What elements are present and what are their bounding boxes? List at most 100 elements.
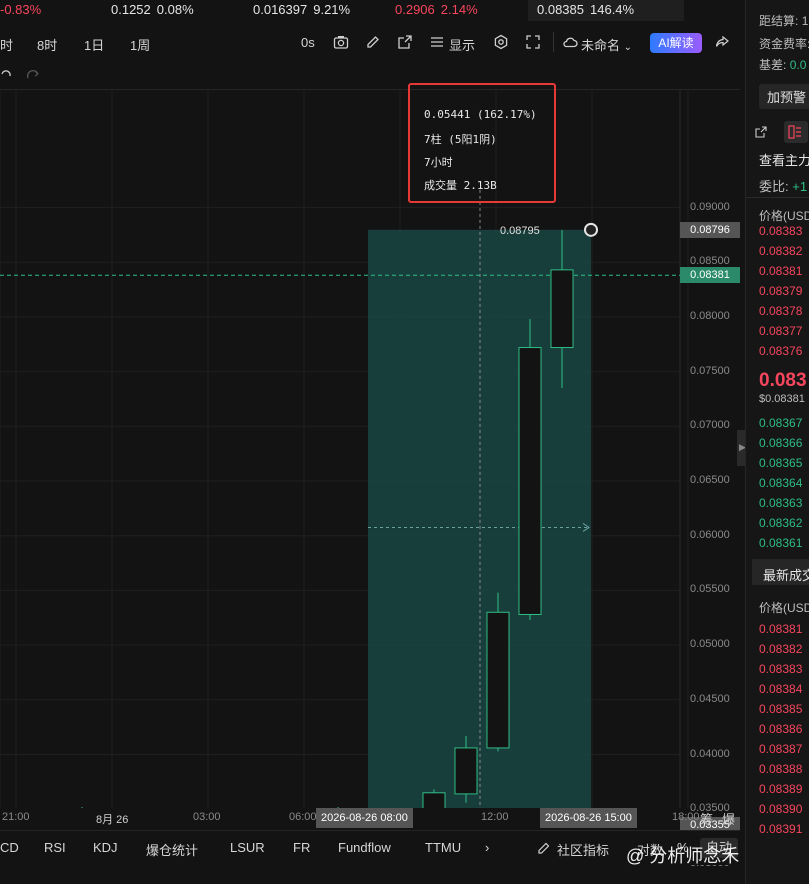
indicator-tab[interactable]: CD bbox=[0, 840, 19, 855]
layout-name: 未命名 bbox=[581, 38, 621, 53]
range-handle-end bbox=[584, 222, 598, 237]
divider bbox=[746, 197, 809, 198]
latest-trades-tab[interactable]: 最新成交 bbox=[763, 565, 809, 584]
panel-splitter[interactable]: ▶ bbox=[737, 430, 746, 466]
basis-label: 基差: bbox=[759, 58, 787, 72]
trade-price[interactable]: 0.08390 bbox=[759, 802, 802, 816]
trade-price[interactable]: 0.08381 bbox=[759, 622, 802, 636]
bid-price[interactable]: 0.08361 bbox=[759, 536, 802, 550]
popout-icon[interactable] bbox=[755, 126, 767, 138]
chart-toolbar: 时 8时 1日 1周 0s 显示 未命名 ⌄ AI解读 bbox=[0, 28, 740, 58]
chips-label[interactable]: 筹 bbox=[700, 809, 713, 828]
trade-price[interactable]: 0.08391 bbox=[759, 822, 802, 836]
add-alert-button[interactable]: 加预警 bbox=[759, 84, 809, 109]
ticker-price: 0.2906 bbox=[395, 2, 435, 17]
time-tick: 8月 26 bbox=[96, 814, 129, 826]
indicator-tab[interactable]: 爆仓统计 bbox=[146, 840, 198, 859]
community-indicators-button[interactable]: 社区指标 bbox=[557, 840, 609, 859]
range-start-tag: 2026-08-26 08:00 bbox=[316, 808, 413, 828]
chart-canvas[interactable]: 0.08795 bbox=[0, 90, 740, 808]
share-icon[interactable] bbox=[714, 34, 730, 50]
price-tick: 0.04000 bbox=[690, 747, 730, 760]
price-tick: 0.04500 bbox=[690, 692, 730, 705]
basis-value: 0.0 bbox=[789, 58, 807, 72]
candle-body bbox=[486, 611, 510, 749]
undo-icon[interactable] bbox=[0, 68, 12, 82]
ask-price[interactable]: 0.08377 bbox=[759, 324, 802, 338]
display-button[interactable]: 显示 bbox=[449, 35, 475, 54]
range-high-tag: 0.08796 bbox=[680, 221, 740, 238]
ticker-change: 9.21% bbox=[313, 2, 351, 17]
ask-price[interactable]: 0.08383 bbox=[759, 224, 802, 238]
ratio-value: +1 bbox=[792, 179, 808, 194]
main-force-link[interactable]: 查看主力 bbox=[759, 150, 809, 169]
interval-1w[interactable]: 1周 bbox=[130, 35, 150, 54]
ticker-item[interactable]: 0.2906 2.14% bbox=[395, 2, 478, 17]
ask-price[interactable]: 0.08376 bbox=[759, 344, 802, 358]
indicator-tab[interactable]: FR bbox=[293, 840, 310, 855]
price-chart[interactable]: 0.08795 0.09000 0.08500 0.08000 0.07500 0.07… bbox=[0, 90, 740, 869]
bid-price[interactable]: 0.08367 bbox=[759, 416, 802, 430]
candle-body bbox=[454, 747, 478, 795]
bid-price[interactable]: 0.08365 bbox=[759, 456, 802, 470]
trade-price[interactable]: 0.08386 bbox=[759, 722, 802, 736]
interval-1h[interactable]: 时 bbox=[0, 35, 13, 54]
indicator-tab[interactable]: RSI bbox=[44, 840, 66, 855]
ticker-item[interactable]: 0.08385 146.4% bbox=[537, 2, 634, 17]
fullscreen-icon[interactable] bbox=[525, 34, 541, 50]
trade-price[interactable]: 0.08385 bbox=[759, 702, 802, 716]
price-tick: 0.09000 bbox=[690, 200, 730, 213]
pencil-icon[interactable] bbox=[365, 34, 381, 50]
bid-price[interactable]: 0.08362 bbox=[759, 516, 802, 530]
candle-body bbox=[422, 792, 446, 808]
trade-price[interactable]: 0.08389 bbox=[759, 782, 802, 796]
list-icon[interactable] bbox=[429, 34, 445, 50]
trade-price[interactable]: 0.08382 bbox=[759, 642, 802, 656]
last-price-tag: 0.08381 bbox=[680, 267, 740, 284]
countdown: 0s bbox=[301, 35, 315, 50]
ai-analysis-button[interactable]: AI解读 bbox=[650, 33, 702, 53]
settings-icon[interactable] bbox=[493, 34, 509, 50]
ask-price[interactable]: 0.08379 bbox=[759, 284, 802, 298]
export-icon[interactable] bbox=[397, 34, 413, 50]
price-tick: 0.08500 bbox=[690, 255, 730, 268]
time-tick: 06:00 bbox=[289, 811, 317, 823]
ask-price[interactable]: 0.08381 bbox=[759, 264, 802, 278]
indicator-tab[interactable]: Fundflow bbox=[338, 840, 391, 855]
trade-price[interactable]: 0.08388 bbox=[759, 762, 802, 776]
ticker-item[interactable]: 0.1252 0.08% bbox=[111, 2, 194, 17]
ticker-change: -0.83% bbox=[0, 2, 42, 17]
settle-label: 距结算: bbox=[759, 14, 799, 28]
camera-icon[interactable] bbox=[333, 34, 349, 50]
trade-price[interactable]: 0.08383 bbox=[759, 662, 802, 676]
measure-change: 0.05441 (162.17%) bbox=[424, 108, 537, 121]
edit-icon[interactable] bbox=[537, 841, 551, 855]
price-tick: 0.05500 bbox=[690, 583, 730, 596]
time-tick: 18:00 bbox=[672, 811, 700, 823]
settle-countdown: 距结算: 1 bbox=[759, 12, 808, 29]
price-tick: 0.07000 bbox=[690, 419, 730, 432]
chevron-right-icon[interactable]: › bbox=[485, 840, 489, 855]
ticker-item[interactable]: 0.016397 9.21% bbox=[253, 2, 350, 17]
bid-price[interactable]: 0.08364 bbox=[759, 476, 802, 490]
trade-price[interactable]: 0.08387 bbox=[759, 742, 802, 756]
bid-price[interactable]: 0.08366 bbox=[759, 436, 802, 450]
ticker-item[interactable]: -0.83% bbox=[0, 2, 41, 17]
ask-price[interactable]: 0.08382 bbox=[759, 244, 802, 258]
candle-body bbox=[550, 269, 574, 349]
interval-1d[interactable]: 1日 bbox=[84, 35, 104, 54]
indicator-tab[interactable]: LSUR bbox=[230, 840, 265, 855]
orderbook-view-toggle[interactable] bbox=[784, 121, 808, 143]
trade-price[interactable]: 0.08384 bbox=[759, 682, 802, 696]
bid-ask-ratio: 委比: +1 bbox=[759, 176, 807, 195]
redo-icon[interactable] bbox=[26, 68, 42, 82]
ask-price[interactable]: 0.08378 bbox=[759, 304, 802, 318]
indicator-tab[interactable]: KDJ bbox=[93, 840, 118, 855]
bid-price[interactable]: 0.08363 bbox=[759, 496, 802, 510]
peak-price-label: 0.08795 bbox=[500, 225, 540, 237]
interval-8h[interactable]: 8时 bbox=[37, 35, 57, 54]
trades-price-header: 价格(USD bbox=[759, 601, 809, 615]
indicator-tab[interactable]: TTMU bbox=[425, 840, 461, 855]
liquidation-label[interactable]: 爆 bbox=[722, 809, 735, 828]
layout-name-dropdown[interactable]: 未命名 ⌄ bbox=[581, 35, 632, 54]
